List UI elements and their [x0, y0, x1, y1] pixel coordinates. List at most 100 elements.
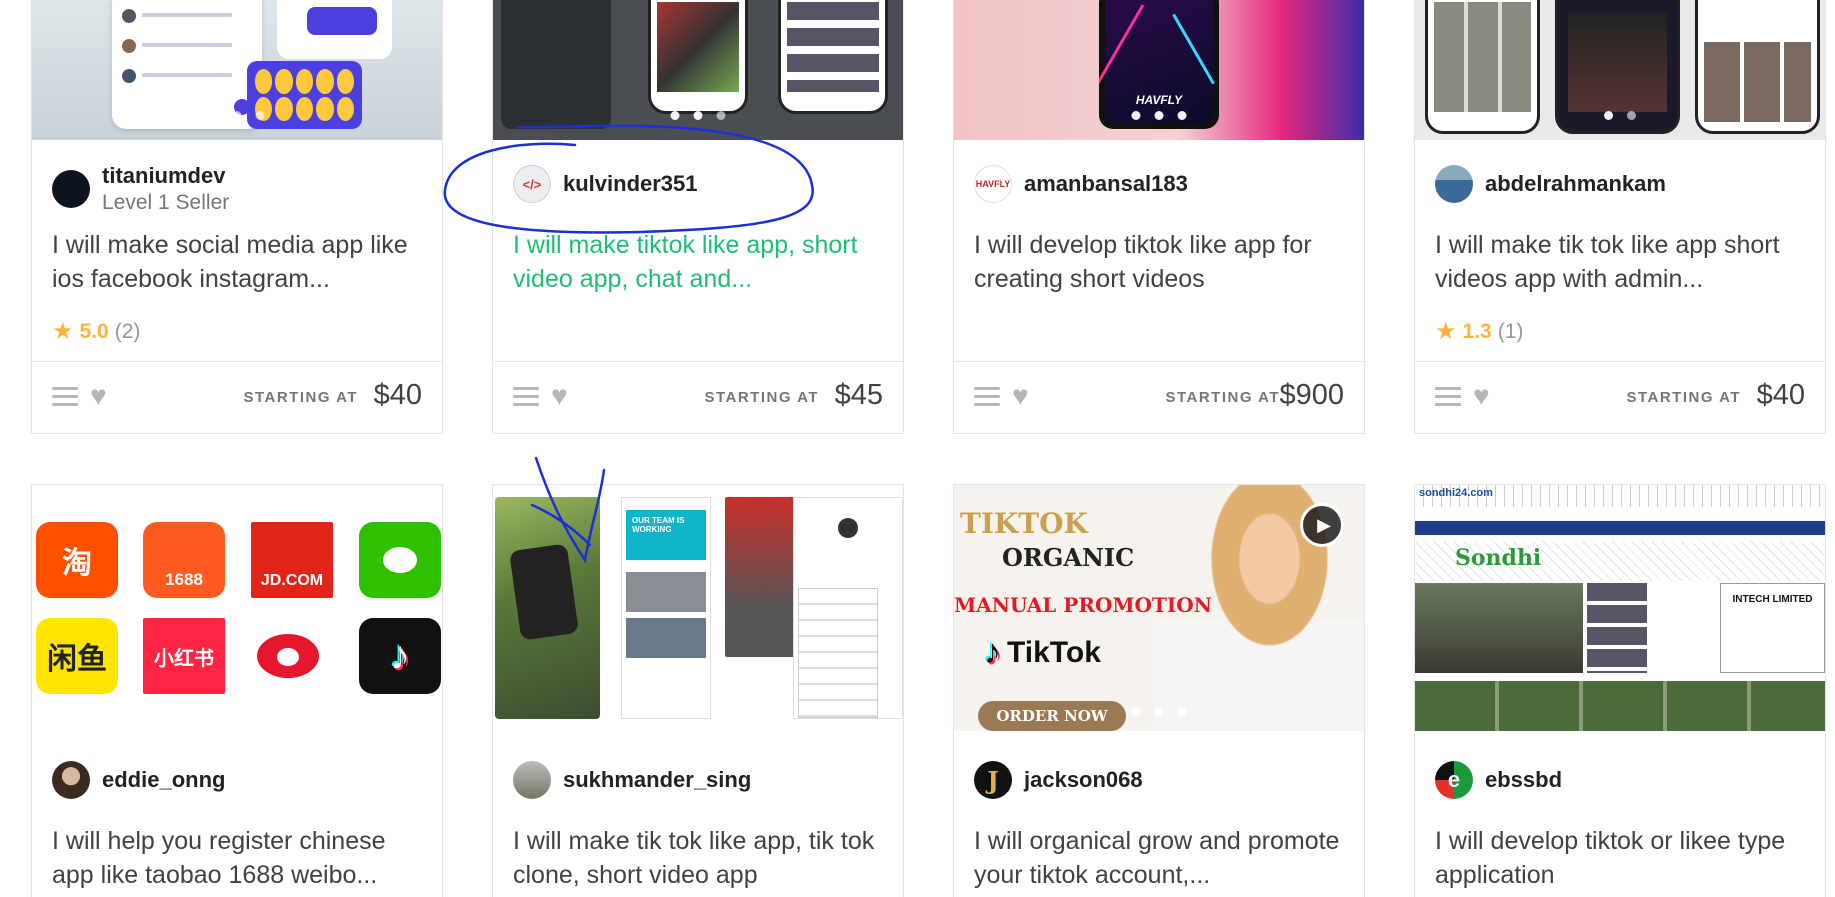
gig-title[interactable]: I will develop tiktok like app for creat…: [974, 228, 1344, 296]
avatar[interactable]: [1435, 165, 1473, 203]
seller-name[interactable]: titaniumdev: [102, 163, 229, 189]
play-button[interactable]: ▶: [1300, 503, 1344, 547]
gig-title[interactable]: I will help you register chinese app lik…: [52, 824, 422, 892]
gig-thumbnail[interactable]: [493, 0, 903, 140]
gig-grid: titaniumdev Level 1 Seller I will make s…: [0, 0, 1835, 897]
star-icon: ★: [1435, 318, 1457, 345]
1688-app-icon: 1688: [143, 522, 225, 598]
avatar[interactable]: [52, 170, 90, 208]
carousel-dots[interactable]: [1131, 707, 1187, 716]
card-footer: ♥ STARTING AT $45: [493, 361, 903, 433]
seller-info[interactable]: J jackson068: [974, 761, 1143, 799]
menu-icon[interactable]: [1435, 387, 1461, 407]
weibo-app-icon: [247, 618, 329, 694]
gig-card[interactable]: HAVFLY HAVFLY amanbansal183 I will devel…: [953, 0, 1365, 434]
seller-name[interactable]: eddie_onng: [102, 767, 225, 793]
jd-app-icon: JD.COM: [251, 522, 333, 598]
starting-at-label: STARTING AT: [243, 389, 358, 406]
seller-name[interactable]: abdelrahmankam: [1485, 171, 1666, 197]
rating-value: 5.0: [79, 319, 109, 343]
tiktok-logo-icon: ♪: [984, 633, 1001, 671]
avatar[interactable]: J: [974, 761, 1012, 799]
avatar[interactable]: [52, 761, 90, 799]
heart-icon[interactable]: ♥: [90, 380, 107, 412]
gig-card[interactable]: sondhi24.com Sondhi INTECH LIMITED e ebs…: [1414, 484, 1826, 897]
gig-thumbnail[interactable]: 淘 1688 JD.COM 闲鱼 小红书 ♪: [32, 485, 442, 731]
gig-thumbnail[interactable]: sondhi24.com Sondhi INTECH LIMITED: [1415, 485, 1825, 731]
star-icon: ★: [52, 318, 74, 345]
menu-icon[interactable]: [974, 387, 1000, 407]
havfly-logo: HAVFLY: [1135, 93, 1183, 107]
starting-at-label: STARTING AT: [1626, 389, 1741, 406]
xiaohongshu-app-icon: 小红书: [143, 618, 225, 694]
seller-level: Level 1 Seller: [102, 191, 230, 214]
starting-at-label: STARTING AT: [1165, 389, 1280, 406]
carousel-dots[interactable]: [670, 111, 726, 120]
promo-headline: MANUAL PROMOTION: [954, 593, 1212, 617]
seller-info[interactable]: abdelrahmankam: [1435, 165, 1666, 203]
taobao-app-icon: 淘: [36, 522, 118, 598]
menu-icon[interactable]: [513, 387, 539, 407]
heart-icon[interactable]: ♥: [551, 380, 568, 412]
gig-title[interactable]: I will make tik tok like app, tik tok cl…: [513, 824, 883, 892]
price: $45: [834, 379, 883, 411]
seller-name[interactable]: sukhmander_sing: [563, 767, 751, 793]
play-icon: ▶: [1317, 514, 1331, 535]
tiktok-brand: TikTok: [1007, 635, 1101, 669]
news-site-name: sondhi24.com: [1419, 487, 1493, 499]
seller-info[interactable]: HAVFLY amanbansal183: [974, 165, 1188, 203]
avatar[interactable]: HAVFLY: [974, 165, 1012, 203]
price: $40: [373, 379, 422, 411]
avatar[interactable]: e: [1435, 761, 1473, 799]
seller-name[interactable]: ebssbd: [1485, 767, 1562, 793]
avatar[interactable]: [513, 761, 551, 799]
gig-title[interactable]: I will develop tiktok or likee type appl…: [1435, 824, 1805, 892]
gig-card[interactable]: titaniumdev Level 1 Seller I will make s…: [31, 0, 443, 434]
gig-thumbnail[interactable]: [1415, 0, 1825, 140]
card-footer: ♥ STARTING AT $900: [954, 361, 1364, 433]
gig-title[interactable]: I will make tiktok like app, short video…: [513, 228, 883, 296]
seller-name[interactable]: jackson068: [1024, 767, 1143, 793]
gig-title[interactable]: I will organical grow and promote your t…: [974, 824, 1344, 892]
gig-rating: ★ 1.3 (1): [1435, 317, 1523, 346]
seller-info[interactable]: eddie_onng: [52, 761, 225, 799]
gig-title[interactable]: I will make tik tok like app short video…: [1435, 228, 1805, 296]
seller-info[interactable]: e ebssbd: [1435, 761, 1562, 799]
gig-card[interactable]: 淘 1688 JD.COM 闲鱼 小红书 ♪ eddie_onng I will…: [31, 484, 443, 897]
seller-name[interactable]: amanbansal183: [1024, 171, 1188, 197]
gig-thumbnail[interactable]: [32, 0, 442, 140]
carousel-dots[interactable]: [209, 111, 265, 120]
gig-rating: ★ 5.0 (2): [52, 317, 140, 346]
promo-title: TIKTOK: [960, 507, 1088, 540]
avatar[interactable]: </>: [513, 165, 551, 203]
starting-at-label: STARTING AT: [704, 389, 819, 406]
price: $900: [1279, 379, 1344, 411]
seller-name[interactable]: kulvinder351: [563, 171, 698, 197]
order-now-button[interactable]: ORDER NOW: [978, 701, 1126, 731]
wechat-app-icon: [359, 522, 441, 598]
gig-card[interactable]: TIKTOK ORGANIC MANUAL PROMOTION ♪ TikTok…: [953, 484, 1365, 897]
heart-icon[interactable]: ♥: [1473, 380, 1490, 412]
news-brand: Sondhi: [1455, 545, 1542, 571]
carousel-dots[interactable]: [1131, 111, 1187, 120]
gig-title[interactable]: I will make social media app like ios fa…: [52, 228, 422, 296]
seller-info[interactable]: titaniumdev Level 1 Seller: [52, 163, 229, 215]
seller-info[interactable]: </> kulvinder351: [513, 165, 698, 203]
gig-card[interactable]: abdelrahmankam I will make tik tok like …: [1414, 0, 1826, 434]
gig-thumbnail[interactable]: HAVFLY: [954, 0, 1364, 140]
price: $40: [1756, 379, 1805, 411]
gig-thumbnail[interactable]: OUR TEAM IS WORKING: [493, 485, 903, 731]
review-count: (1): [1497, 319, 1524, 343]
gig-card[interactable]: OUR TEAM IS WORKING sukhmander_sing I wi…: [492, 484, 904, 897]
promo-subtitle: ORGANIC: [1002, 543, 1135, 572]
card-footer: ♥ STARTING AT $40: [1415, 361, 1825, 433]
gig-thumbnail[interactable]: TIKTOK ORGANIC MANUAL PROMOTION ♪ TikTok…: [954, 485, 1364, 731]
rating-value: 1.3: [1462, 319, 1492, 343]
xianyu-app-icon: 闲鱼: [36, 618, 118, 694]
gig-card[interactable]: </> kulvinder351 I will make tiktok like…: [492, 0, 904, 434]
seller-info[interactable]: sukhmander_sing: [513, 761, 751, 799]
heart-icon[interactable]: ♥: [1012, 380, 1029, 412]
menu-icon[interactable]: [52, 387, 78, 407]
carousel-dots[interactable]: [1604, 111, 1636, 120]
review-count: (2): [114, 319, 141, 343]
